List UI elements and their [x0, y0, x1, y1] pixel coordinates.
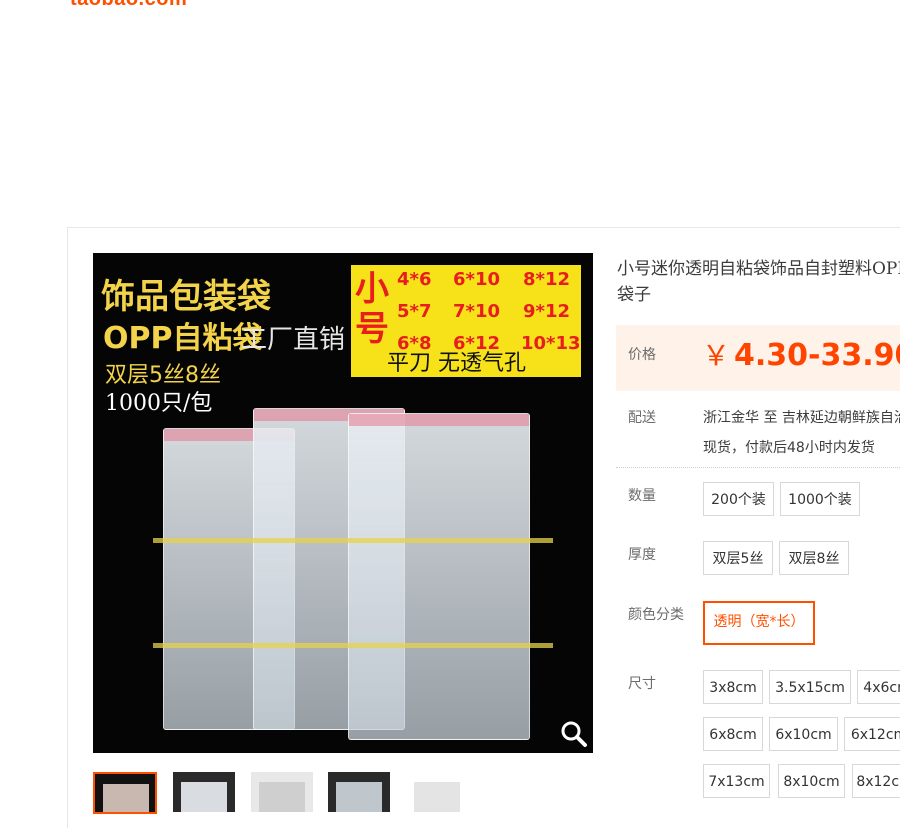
- size-label: 尺寸: [628, 676, 656, 692]
- bag-tape: [153, 643, 553, 648]
- option-size[interactable]: 6x12cm: [844, 717, 900, 751]
- option-size[interactable]: 3.5x15cm: [769, 670, 851, 704]
- color-label: 颜色分类: [628, 607, 684, 623]
- image-size-label: 4*6: [397, 269, 432, 290]
- option-size[interactable]: 6x10cm: [769, 717, 838, 751]
- image-text-factory: 工厂直销: [241, 325, 346, 355]
- image-size-label: 5*7: [397, 301, 432, 322]
- option-quantity-1000[interactable]: 1000个装: [780, 482, 860, 516]
- option-size[interactable]: 7x13cm: [703, 764, 770, 798]
- divider: [616, 467, 900, 468]
- product-title: 小号迷你透明自粘袋饰品自封塑料OPP袋子: [617, 259, 900, 305]
- bag-illustration: [153, 408, 553, 743]
- option-size[interactable]: 8x10cm: [778, 764, 845, 798]
- option-thickness-5[interactable]: 双层5丝: [703, 541, 773, 575]
- image-text-title: 饰品包装袋: [101, 277, 271, 317]
- image-size-label: 9*12: [523, 301, 570, 322]
- shipping-route[interactable]: 浙江金华 至 吉林延边朝鲜族自治州: [703, 407, 900, 427]
- shipping-note: 现货，付款后48小时内发货: [703, 440, 875, 456]
- option-size[interactable]: 3x8cm: [703, 670, 763, 704]
- thumbnail-4[interactable]: [328, 772, 390, 812]
- option-size[interactable]: 6x8cm: [703, 717, 763, 751]
- thumbnail-2[interactable]: [173, 772, 235, 812]
- bag-shape: [348, 413, 530, 740]
- image-size-label: 8*12: [523, 269, 570, 290]
- image-size-label: 10*13: [521, 333, 581, 354]
- image-size-char: 小 号: [355, 269, 389, 349]
- option-size[interactable]: 8x12cm: [852, 764, 900, 798]
- price-value: ￥ 4.30-33.90: [702, 334, 900, 374]
- image-size-label: 6*10: [453, 269, 500, 290]
- option-size[interactable]: 4x6cm: [857, 670, 900, 704]
- image-text-opp: OPP自粘袋: [103, 321, 263, 356]
- image-size-label: 7*10: [453, 301, 500, 322]
- image-size-box: 小 号 4*6 6*10 8*12 5*7 7*10 9*12 6*8 6*12…: [351, 265, 581, 377]
- quantity-label: 数量: [628, 488, 656, 504]
- zoom-icon[interactable]: [560, 720, 588, 748]
- thumbnail-5[interactable]: [406, 772, 468, 812]
- currency-symbol: ￥: [702, 339, 731, 372]
- thumbnail-1[interactable]: [93, 772, 157, 814]
- thumbnail-3[interactable]: [251, 772, 313, 812]
- main-product-image[interactable]: 饰品包装袋 OPP自粘袋 工厂直销 双层5丝8丝 1000只/包 小 号 4*6…: [93, 253, 593, 753]
- option-color-transparent[interactable]: 透明（宽*长）: [703, 601, 815, 645]
- option-quantity-200[interactable]: 200个装: [703, 482, 774, 516]
- shipping-label: 配送: [628, 410, 656, 426]
- bag-tape: [153, 538, 553, 543]
- price-label: 价格: [628, 347, 656, 363]
- taobao-logo[interactable]: taobao.com: [70, 0, 187, 11]
- option-thickness-8[interactable]: 双层8丝: [779, 541, 849, 575]
- image-note: 平刀 无透气孔: [387, 351, 526, 376]
- price-amount: 4.30-33.90: [734, 338, 900, 373]
- thickness-label: 厚度: [628, 547, 656, 563]
